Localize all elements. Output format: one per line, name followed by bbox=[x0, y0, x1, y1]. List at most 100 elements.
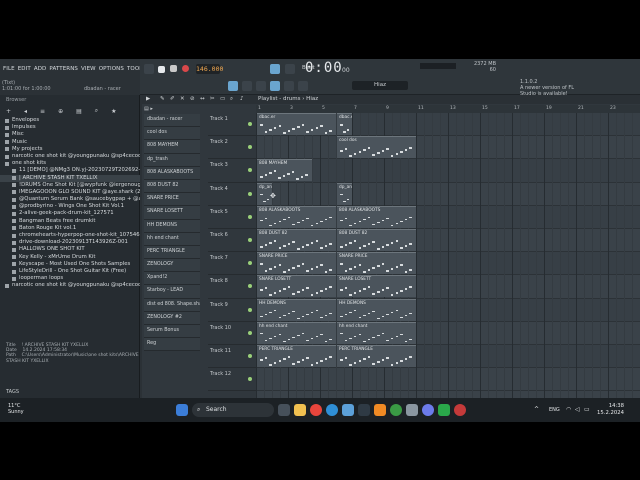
tags-label[interactable]: TAGS bbox=[6, 389, 19, 395]
track-header[interactable]: Track 9 bbox=[208, 299, 256, 322]
track-header[interactable]: Track 3 bbox=[208, 159, 256, 183]
browser-item[interactable]: narcotic one shot kit @youngpunaku @sp4c… bbox=[0, 282, 140, 289]
track-header[interactable]: Track 8 bbox=[208, 275, 256, 299]
pattern-clip[interactable]: SNARE PRICE bbox=[337, 252, 416, 275]
discord-icon[interactable] bbox=[422, 404, 434, 416]
fl-studio-icon[interactable] bbox=[374, 404, 386, 416]
task-view-icon[interactable] bbox=[278, 404, 290, 416]
browser-item[interactable]: Misc bbox=[0, 131, 140, 138]
pattern-item[interactable]: 808 MAYHEM bbox=[144, 140, 200, 154]
track-mute-led[interactable] bbox=[248, 237, 252, 242]
taskbar-clock[interactable]: 14:38 15.2.2024 bbox=[594, 403, 624, 416]
volume-icon[interactable]: ◁ bbox=[575, 406, 580, 413]
stop-button[interactable] bbox=[170, 65, 177, 72]
browser-item[interactable]: My projects bbox=[0, 146, 140, 153]
link-icon[interactable]: ⊕ bbox=[58, 108, 63, 115]
pattern-clip[interactable]: hh end chant bbox=[257, 321, 336, 344]
start-icon[interactable] bbox=[176, 404, 188, 416]
store-icon[interactable] bbox=[342, 404, 354, 416]
spotify-icon[interactable] bbox=[390, 404, 402, 416]
battery-icon[interactable]: ▭ bbox=[584, 406, 590, 413]
browser-item[interactable]: Impulses bbox=[0, 124, 140, 131]
pattern-item[interactable]: 808 ALASKABOOTS bbox=[144, 166, 200, 180]
timeline-ruler[interactable]: 135791113151719212325 bbox=[256, 105, 640, 113]
browser-item[interactable]: chromehearts-hyperpop-one-shot-kit_10754… bbox=[0, 232, 140, 239]
search-icon[interactable]: ⌕ bbox=[95, 107, 98, 115]
collapse-icon[interactable]: ◂ bbox=[24, 108, 27, 115]
star-icon[interactable]: ★ bbox=[111, 108, 116, 115]
taskbar-search[interactable]: ⌕ Search bbox=[192, 403, 274, 417]
play-button[interactable] bbox=[158, 66, 165, 73]
edge-icon[interactable] bbox=[326, 404, 338, 416]
record-button[interactable] bbox=[182, 65, 189, 72]
pattern-clip[interactable]: dbac.er bbox=[337, 113, 352, 135]
sort-icon[interactable]: ≡ bbox=[40, 108, 45, 115]
menu-item-edit[interactable]: EDIT bbox=[18, 66, 31, 72]
track-mute-led[interactable] bbox=[248, 145, 252, 150]
browser-item[interactable]: IMEGAGOOON GLO SOUND KIT @aye.shark (2) bbox=[0, 189, 140, 196]
track-header[interactable]: Track 7 bbox=[208, 252, 256, 276]
pattern-item[interactable]: PERC TRIANGLE bbox=[144, 245, 200, 260]
pattern-item[interactable]: SNARE LOSETT bbox=[144, 206, 200, 220]
browser-item[interactable]: Music bbox=[0, 139, 140, 146]
pattern-item[interactable]: ZENOLOGY #2 bbox=[144, 311, 200, 325]
app-icon-3[interactable] bbox=[454, 404, 466, 416]
draw-tool-icon[interactable]: ✎ bbox=[160, 96, 165, 102]
mute-tool-icon[interactable]: ⊘ bbox=[190, 96, 195, 102]
select-tool-icon[interactable]: ▭ bbox=[220, 96, 225, 102]
pattern-clip[interactable]: SNARE LOSETT bbox=[257, 275, 336, 298]
browser-item[interactable]: !DRUMS One Shot Kit [@wypfunk @iergenoug… bbox=[0, 182, 140, 189]
track-mute-led[interactable] bbox=[248, 307, 252, 312]
plugin-picker-button[interactable] bbox=[298, 81, 308, 91]
piano-roll-button[interactable] bbox=[256, 81, 266, 91]
pattern-clip[interactable]: 808 ALASKABOOTS bbox=[337, 205, 416, 228]
menu-item-patterns[interactable]: PATTERNS bbox=[49, 66, 78, 72]
pattern-clip[interactable]: 808 ALASKABOOTS bbox=[257, 205, 336, 228]
browser-item[interactable]: HALLOWS ONE SHOT KIT bbox=[0, 246, 140, 253]
zoom-tool-icon[interactable]: ⌕ bbox=[230, 96, 233, 103]
wait-input-button[interactable] bbox=[285, 64, 295, 74]
browser-button[interactable] bbox=[270, 81, 280, 91]
menu-item-add[interactable]: ADD bbox=[34, 66, 47, 72]
slip-tool-icon[interactable]: ↔ bbox=[200, 96, 205, 102]
pattern-clip[interactable]: SNARE LOSETT bbox=[337, 275, 416, 298]
track-mute-led[interactable] bbox=[248, 330, 252, 335]
pattern-item[interactable]: Serum Bonus bbox=[144, 325, 200, 339]
track-header[interactable]: Track 11 bbox=[208, 345, 256, 369]
pattern-selector[interactable]: Hiaz bbox=[352, 81, 408, 90]
app-icon-2[interactable] bbox=[406, 404, 418, 416]
track-header[interactable]: Track 10 bbox=[208, 322, 256, 345]
track-mute-led[interactable] bbox=[248, 377, 252, 382]
browser-item[interactable]: Key Kelly - xMrUme Drum Kit bbox=[0, 254, 140, 261]
pattern-clip[interactable]: hh end chant bbox=[337, 321, 416, 344]
track-header[interactable]: Track 5 bbox=[208, 206, 256, 229]
pattern-item[interactable]: 808 DUST 82 bbox=[144, 179, 200, 194]
pattern-clip[interactable]: cool dos bbox=[337, 136, 416, 159]
pattern-clip[interactable]: HH DEMONS bbox=[337, 298, 416, 321]
track-header[interactable]: Track 1 bbox=[208, 113, 256, 137]
track-header[interactable]: Track 4 bbox=[208, 183, 256, 206]
pattern-item[interactable]: dp_trash bbox=[144, 153, 200, 167]
pattern-item[interactable]: dbadan - racer bbox=[144, 114, 200, 128]
pattern-clip[interactable]: SNARE PRICE bbox=[257, 252, 336, 275]
browser-item[interactable]: LifeStyleDrill - One Shot Guitar Kit (Fr… bbox=[0, 268, 140, 275]
pattern-item[interactable]: hh end chant bbox=[144, 232, 200, 246]
browser-add-icon[interactable]: + bbox=[6, 108, 11, 115]
pattern-item[interactable]: Reg bbox=[144, 338, 200, 352]
track-header[interactable]: Track 2 bbox=[208, 136, 256, 160]
track-mute-led[interactable] bbox=[248, 214, 252, 219]
chrome-icon[interactable] bbox=[310, 404, 322, 416]
menu-item-file[interactable]: FILE bbox=[3, 66, 15, 72]
pattern-clip[interactable]: HH DEMONS bbox=[257, 298, 336, 321]
mixer-button[interactable] bbox=[284, 81, 294, 91]
language-indicator[interactable]: ENG bbox=[549, 407, 560, 413]
browser-item[interactable]: Baton Rouge Kit vol.1 bbox=[0, 225, 140, 232]
browser-item[interactable]: 11 [DEMO] @NMg3 ON.yj-20230729T202692-00… bbox=[0, 167, 140, 174]
browser-item[interactable]: one shot kits bbox=[0, 160, 140, 167]
pattern-item[interactable]: HH DEMONS bbox=[144, 219, 200, 233]
browser-item[interactable]: 2-alive-geek-pack-drum-kit_127571 bbox=[0, 210, 140, 217]
pattern-item[interactable]: dist ed 808. Shape.shark bbox=[144, 298, 200, 312]
track-mute-led[interactable] bbox=[248, 261, 252, 266]
pattern-clip[interactable]: dp_anh bbox=[337, 182, 352, 205]
paint-tool-icon[interactable]: ✐ bbox=[170, 96, 175, 102]
